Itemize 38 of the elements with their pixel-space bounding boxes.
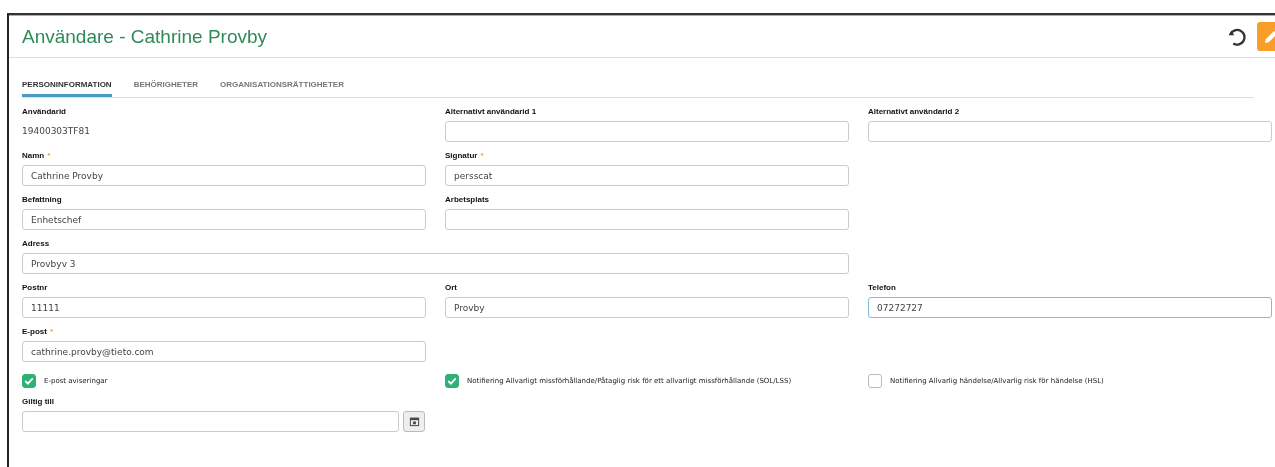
field-label: Postnr: [22, 283, 49, 293]
field-label: E-post *: [22, 327, 54, 337]
field-label: Ort: [445, 283, 458, 293]
required-mark: *: [47, 151, 51, 160]
field-label: Alternativt användarid 2: [868, 107, 961, 117]
field-label: Telefon: [868, 283, 897, 293]
tab[interactable]: BEHÖRIGHETER: [133, 78, 199, 97]
field-label: Giltig till: [22, 397, 55, 407]
checkbox[interactable]: [868, 374, 882, 388]
field-label: Adress: [22, 239, 51, 249]
calendar-icon: [408, 416, 420, 427]
checkbox[interactable]: [22, 374, 36, 388]
checkbox[interactable]: [445, 374, 459, 388]
field-label: Användarid: [22, 107, 67, 117]
field-label: Namn *: [22, 151, 52, 161]
page-title: Användare - Cathrine Provby: [22, 25, 267, 48]
input-field[interactable]: persscat: [445, 165, 849, 186]
field-label: Arbetsplats: [445, 195, 490, 205]
input-field[interactable]: Provby: [445, 297, 849, 318]
input-field[interactable]: [445, 209, 849, 230]
required-mark: *: [480, 151, 484, 160]
required-mark: *: [49, 327, 53, 336]
input-field[interactable]: cathrine.provby@tieto.com: [22, 341, 426, 362]
input-field[interactable]: [445, 121, 849, 142]
input-field[interactable]: 07272727: [868, 297, 1272, 318]
input-field[interactable]: Enhetschef: [22, 209, 426, 230]
field-value: 19400303TF81: [22, 125, 91, 138]
input-field[interactable]: Provbyv 3: [22, 253, 849, 274]
field-label: Befattning: [22, 195, 63, 205]
input-field[interactable]: [868, 121, 1272, 142]
field-label: Alternativt användarid 1: [445, 107, 538, 117]
date-field[interactable]: [22, 411, 399, 432]
tab[interactable]: ORGANISATIONSRÄTTIGHETER: [220, 78, 344, 97]
field-label: Signatur *: [445, 151, 485, 161]
input-field[interactable]: Cathrine Provby: [22, 165, 426, 186]
calendar-button[interactable]: [403, 411, 425, 432]
tab[interactable]: PERSONINFORMATION: [22, 78, 112, 97]
input-field[interactable]: 11111: [22, 297, 426, 318]
